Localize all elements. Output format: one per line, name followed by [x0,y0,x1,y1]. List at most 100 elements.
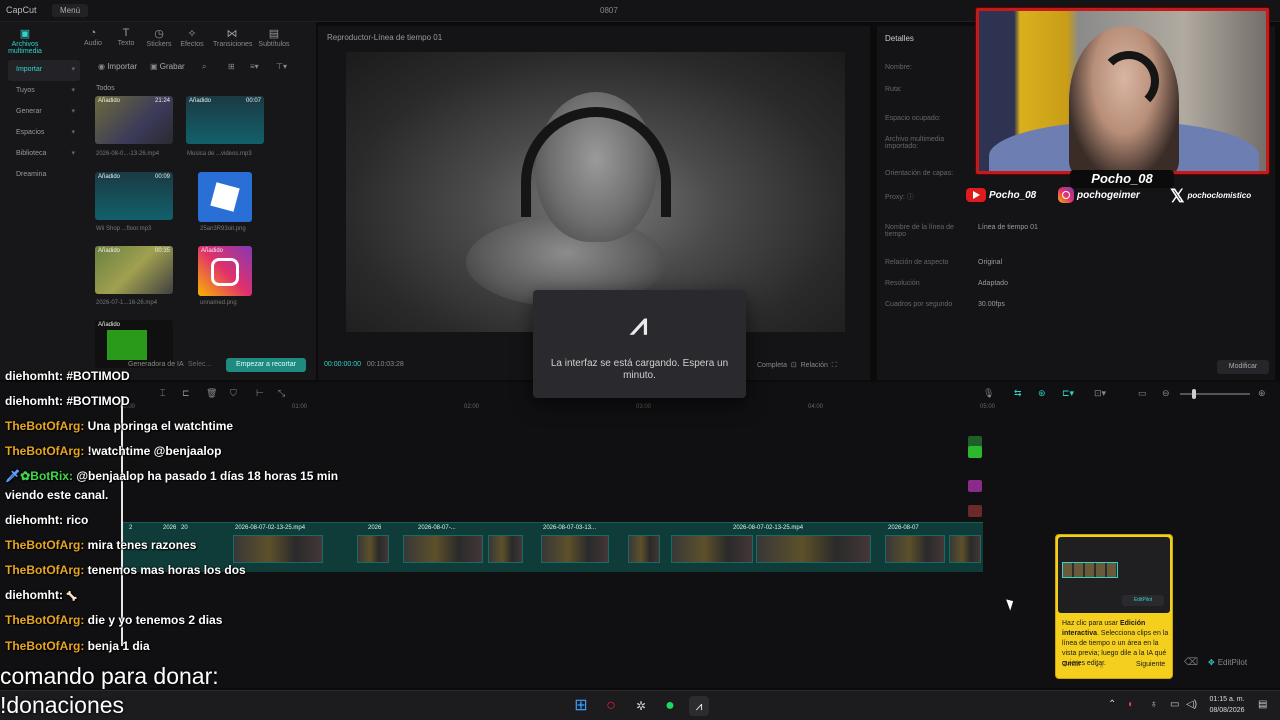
next-button[interactable]: Siguiente [1136,661,1165,668]
video-clip[interactable] [671,535,753,563]
sidenav-item-dreamina[interactable]: Dreamina [8,165,80,186]
chat-message: viendo este canal. [5,488,108,502]
zoom-fit-icon[interactable]: ⊕ [1258,388,1266,399]
video-clip[interactable] [756,535,871,563]
sidenav-item-import[interactable]: Importar ▾ [8,60,80,81]
screenshot-icon[interactable]: ⊡ [791,362,797,369]
video-clip[interactable] [541,535,609,563]
modify-button[interactable]: Modificar [1217,360,1269,374]
mic-icon[interactable]: 🎙 [983,388,994,399]
media-thumb[interactable]: Añadido 00:07 [186,96,264,144]
magnet-icon[interactable]: ⊛ [1038,388,1046,399]
windows-start-icon[interactable]: ⊞ [571,696,591,716]
notification-icon[interactable]: ▤ [1258,699,1267,710]
tray-expand-icon[interactable]: ⌃ [1108,699,1116,710]
fullscreen-icon[interactable]: ⛶ [832,362,837,369]
microphone-icon[interactable]: ♁ [1150,699,1158,710]
magic-icon[interactable]: ⤡ [278,388,285,399]
effects-icon: ✧ [187,28,197,40]
crop-icon[interactable]: ⊢ [256,388,264,399]
tab-transitions[interactable]: ⋈ Transiciones [213,27,252,48]
start-cutting-button[interactable]: Empezar a recortar [226,358,306,372]
tab-subtitles[interactable]: ▤ Subtítulos [255,27,293,48]
tab-stickers[interactable]: ◷ Stickers [142,27,176,48]
video-clip[interactable] [357,535,389,563]
youtube-icon [966,188,986,203]
media-thumb[interactable] [198,172,252,222]
media-thumb[interactable]: Añadido [198,246,252,296]
link-icon[interactable]: ⇆ [1014,388,1022,399]
chat-message: TheBotOfArg: !watchtime @benjaalop [5,444,221,458]
snap-icon[interactable]: ⊏▾ [1062,388,1074,399]
editpilot-button[interactable]: ✥ EditPilot [1208,654,1272,672]
chat-text: mira tenes razones [87,538,197,552]
zoom-out-icon[interactable]: ⊖ [1162,388,1170,399]
detail-label: Relación de aspecto [885,259,949,266]
chat-text: Una poringa el watchtime [87,419,234,433]
green-clip[interactable] [968,446,982,458]
preview-axis-icon[interactable]: ⊡▾ [1094,388,1106,399]
import-button[interactable]: ◉ Importar [98,62,137,71]
red-clip[interactable] [968,505,982,517]
tab-label: Subtítulos [258,41,290,48]
media-section-title: Todos [96,85,115,92]
clock[interactable]: 01:15 a. m. 08/08/2026 [1204,694,1250,716]
video-clip[interactable] [885,535,945,563]
video-clip[interactable] [488,535,523,563]
detail-value: Línea de tiempo 01 [978,224,1038,231]
media-thumb[interactable]: Añadido 21:24 [95,96,173,144]
select-label[interactable]: Selec... [188,361,211,368]
playhead[interactable] [121,396,123,646]
sidenav-item-library[interactable]: Biblioteca ▾ [8,144,80,165]
ai-generator-label[interactable]: Generadora de IA [128,361,184,368]
sidenav-label: Generar [16,108,42,115]
tab-audio[interactable]: ◔ Audio [76,27,110,47]
chatgpt-icon[interactable]: ✲ [631,696,651,716]
tab-effects[interactable]: ✧ Efectos [175,27,209,48]
volume-icon[interactable]: ◁) [1186,699,1197,710]
transitions-icon: ⋈ [226,28,238,40]
delete-icon[interactable]: 🗑 [206,388,217,399]
full-button[interactable]: Completa [757,362,787,369]
video-clip[interactable] [233,535,323,563]
webcam-headset [1099,51,1159,111]
media-thumb[interactable]: Añadido 00:35 [95,246,173,294]
subtitle-track-icon[interactable]: ▭ [1138,388,1147,399]
spotify-icon[interactable]: ● [660,696,680,716]
grid-view-icon[interactable]: ⊞ [228,62,235,71]
network-icon[interactable]: ▭ [1170,699,1179,710]
tab-label: Efectos [180,41,204,48]
split-left-icon[interactable]: ⊏ [182,388,190,399]
video-clip[interactable] [628,535,660,563]
video-clip[interactable] [403,535,483,563]
media-name: Wii Shop ...floor.mp3 [96,226,152,232]
record-button[interactable]: ▣ Grabar [150,62,185,71]
skip-button[interactable]: Omitir [1062,661,1081,668]
video-clip[interactable] [949,535,981,563]
tab-media[interactable]: ▣ Archivos multimedia [8,27,42,55]
capcut-taskbar-icon[interactable]: ⩘ [689,696,709,716]
media-thumb[interactable]: Añadido 00:09 [95,172,173,220]
feedback-icon[interactable]: ⌫ [1184,657,1198,668]
search-icon[interactable]: ⌕ [202,62,206,72]
tab-text[interactable]: T Texto [109,27,143,47]
sticker-clip[interactable] [968,480,982,492]
zoom-handle[interactable] [1192,389,1196,399]
sort-icon[interactable]: ≡▾ [250,62,259,71]
sidenav-item-spaces[interactable]: Espacios ▾ [8,123,80,144]
filter-icon[interactable]: ⊤▾ [276,62,287,71]
detail-label: Nombre de la línea de tiempo [885,224,954,238]
window-title: 0807 [600,6,618,15]
zoom-slider[interactable] [1180,389,1250,399]
main-video-track[interactable]: 2 2026 20 2026-08-07-02-13-25.mp4 2026 2… [123,522,983,572]
menu-button[interactable]: Menú [52,4,89,17]
sidenav-item-yours[interactable]: Tuyos ▾ [8,81,80,102]
opera-icon[interactable]: ○ [601,696,621,716]
instagram-text: pochogeimer [1077,190,1140,201]
sidenav-item-generate[interactable]: Generar ▾ [8,102,80,123]
split-icon[interactable]: ⌶ [160,388,165,399]
shield-icon[interactable]: ⛉ [230,388,237,399]
tray-app-icon[interactable]: ◐ [1128,699,1134,710]
ratio-button[interactable]: Relación [801,362,828,369]
webcam-overlay [976,8,1269,174]
